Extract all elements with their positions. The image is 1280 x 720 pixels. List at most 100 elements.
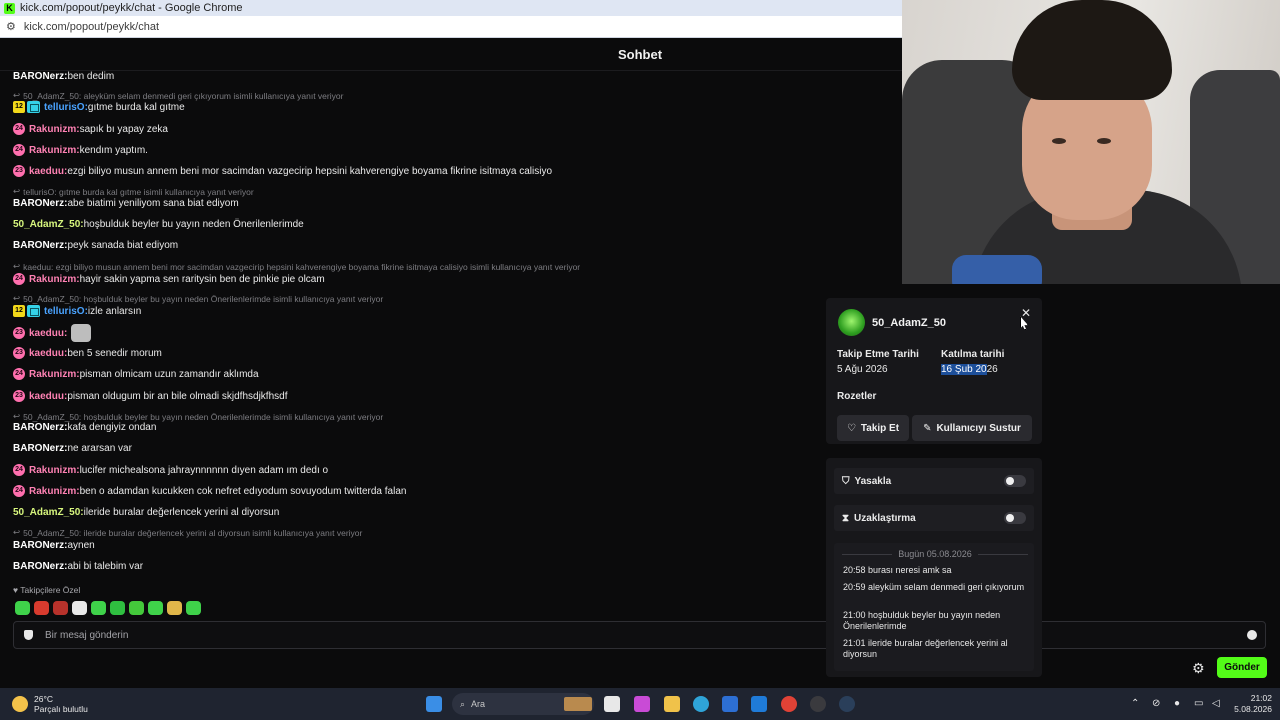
ban-row[interactable]: ⛉ Yasakla [834, 468, 1034, 494]
emote-1[interactable] [15, 601, 30, 615]
close-icon[interactable]: ✕ [1021, 306, 1031, 320]
emote-9[interactable] [167, 601, 182, 615]
badges-label: Rozetler [837, 391, 877, 402]
webcam-hair [1012, 0, 1172, 100]
message-username[interactable]: Rakunizm [29, 145, 76, 156]
chat-message: 24 Rakunizm: lucifer michealsona jahraynn… [13, 464, 328, 476]
emote-7[interactable] [129, 601, 144, 615]
reply-text: tellurisO: gıtme burda kal gıtme isimli … [23, 186, 254, 197]
file-explorer-icon[interactable] [664, 696, 680, 712]
emote-2[interactable] [34, 601, 49, 615]
message-username[interactable]: tellurisO [44, 306, 85, 317]
clock-date: 5.08.2026 [1234, 704, 1272, 714]
taskbar-search[interactable]: ⌕ Ara [452, 693, 594, 715]
window-title: kick.com/popout/peykk/chat - Google Chro… [20, 2, 243, 14]
steam-icon[interactable] [839, 696, 855, 712]
username-colon: : [64, 327, 68, 339]
message-text: lucifer michealsona jahraynnnnnn dıyen a… [79, 464, 329, 476]
message-username[interactable]: BARONerz [13, 443, 64, 454]
emote-5[interactable] [91, 601, 106, 615]
chat-input[interactable]: Bir mesaj gönderin [13, 621, 1266, 649]
emote-3[interactable] [53, 601, 68, 615]
mute-user-button[interactable]: ✎ Kullanıcıyı Sustur [912, 415, 1032, 441]
history-item: 20:59 aleyküm selam denmedi geri çıkıyor… [843, 582, 1025, 592]
reply-arrow-icon: ↩ [13, 186, 21, 196]
reply-arrow-icon: ↩ [13, 293, 21, 303]
message-username[interactable]: kaeduu [29, 348, 64, 359]
message-text: pisman olmicam uzun zamandır aklımda [79, 368, 259, 380]
tray-volume-icon[interactable]: ◁ [1212, 698, 1220, 709]
timeout-toggle[interactable] [1004, 512, 1026, 524]
task-view-icon[interactable] [604, 696, 620, 712]
store-icon[interactable] [722, 696, 738, 712]
heart-icon: ♡ [846, 422, 856, 434]
windows-taskbar: 26°C Parçalı bulutlu ⌕ Ara ⌃ ⊘ ● ▭ ◁ 21:0… [0, 688, 1280, 720]
message-username[interactable]: Rakunizm [29, 274, 76, 285]
emote-10[interactable] [186, 601, 201, 615]
message-username[interactable]: Rakunizm [29, 465, 76, 476]
follow-button[interactable]: ♡ Takip Et [837, 415, 909, 441]
edge-icon[interactable] [693, 696, 709, 712]
message-username[interactable]: kaeduu [29, 391, 64, 402]
emote-6[interactable] [110, 601, 125, 615]
message-username[interactable]: 50_AdamZ_50 [13, 507, 80, 518]
emote-bar[interactable] [15, 601, 201, 615]
site-info-icon[interactable]: ⚙ [6, 20, 16, 33]
webcam-microphone [952, 255, 1042, 284]
reply-context: ↩ kaeduu: ezgi biliyo musun annem beni mo… [13, 261, 580, 272]
reply-arrow-icon: ↩ [13, 90, 21, 100]
message-username[interactable]: Rakunizm [29, 486, 76, 497]
message-username[interactable]: BARONerz [13, 240, 64, 251]
tray-network-off-icon[interactable]: ⊘ [1152, 698, 1160, 709]
url-text[interactable]: kick.com/popout/peykk/chat [24, 21, 159, 33]
reply-text: 50_AdamZ_50: aleyküm selam denmedi geri … [23, 90, 344, 101]
message-text: ben dedim [67, 71, 115, 82]
message-username[interactable]: Rakunizm [29, 124, 76, 135]
windows-start-icon[interactable] [426, 696, 442, 712]
message-username[interactable]: kaeduu [29, 166, 64, 177]
app-icon[interactable] [810, 696, 826, 712]
outlook-icon[interactable] [751, 696, 767, 712]
send-button[interactable]: Gönder [1217, 657, 1267, 678]
temperature: 26°C [34, 694, 53, 704]
message-username[interactable]: 50_AdamZ_50 [13, 219, 80, 230]
reply-arrow-icon: ↩ [13, 527, 21, 537]
ban-toggle[interactable] [1004, 475, 1026, 487]
search-icon: ⌕ [460, 698, 466, 709]
emote-8[interactable] [148, 601, 163, 615]
chat-message: 50_AdamZ_50: hoşbulduk beyler bu yayın n… [13, 219, 304, 230]
settings-gear-icon[interactable]: ⚙ [1192, 660, 1205, 677]
message-username[interactable]: BARONerz [13, 422, 64, 433]
user-card-username[interactable]: 50_AdamZ_50 [872, 317, 946, 329]
message-text: sapık bı yapay zeka [79, 123, 168, 135]
message-username[interactable]: BARONerz [13, 540, 64, 551]
message-username[interactable]: tellurisO [44, 102, 85, 113]
moderation-panel: ⛉ Yasakla ⧗ Uzaklaştırma Bugün 05.08.202… [826, 458, 1042, 677]
tray-display-icon[interactable]: ▭ [1194, 698, 1203, 709]
taskbar-clock[interactable]: 21:02 5.08.2026 [1234, 693, 1272, 715]
timeout-row[interactable]: ⧗ Uzaklaştırma [834, 505, 1034, 531]
copilot-icon[interactable] [634, 696, 650, 712]
chrome-icon[interactable] [781, 696, 797, 712]
tray-mic-icon[interactable]: ● [1174, 698, 1180, 709]
mute-icon: ✎ [923, 422, 932, 434]
message-username[interactable]: kaeduu [29, 328, 64, 339]
message-username[interactable]: Rakunizm [29, 369, 76, 380]
message-text: ben o adamdan kucukken cok nefret edıyod… [79, 485, 407, 497]
subscriber-badge: 24 [13, 368, 25, 380]
message-username[interactable]: BARONerz [13, 198, 64, 209]
chat-message: BARONerz: abe biatimi yeniliyom sana bia… [13, 198, 239, 209]
reply-context: ↩ 50_AdamZ_50: hoşbulduk beyler bu yayın … [13, 411, 383, 422]
message-username[interactable]: BARONerz [13, 561, 64, 572]
emoji-icon[interactable] [1247, 630, 1257, 640]
followers-only-label: Takipçilere Özel [20, 585, 81, 595]
message-username[interactable]: BARONerz [13, 71, 64, 82]
tray-chevron-icon[interactable]: ⌃ [1131, 698, 1139, 709]
chat-message: 23 kaeduu: ben 5 senedir morum [13, 347, 162, 359]
chat-message: BARONerz: kafa dengiyiz ondan [13, 422, 156, 433]
address-bar[interactable]: ⚙ kick.com/popout/peykk/chat [0, 16, 902, 38]
emote-4[interactable] [72, 601, 87, 615]
weather-widget[interactable]: 26°C Parçalı bulutlu [12, 694, 88, 714]
mute-button-label: Kullanıcıyı Sustur [936, 422, 1021, 434]
message-text: hoşbulduk beyler bu yayın neden Önerilen… [83, 219, 304, 230]
